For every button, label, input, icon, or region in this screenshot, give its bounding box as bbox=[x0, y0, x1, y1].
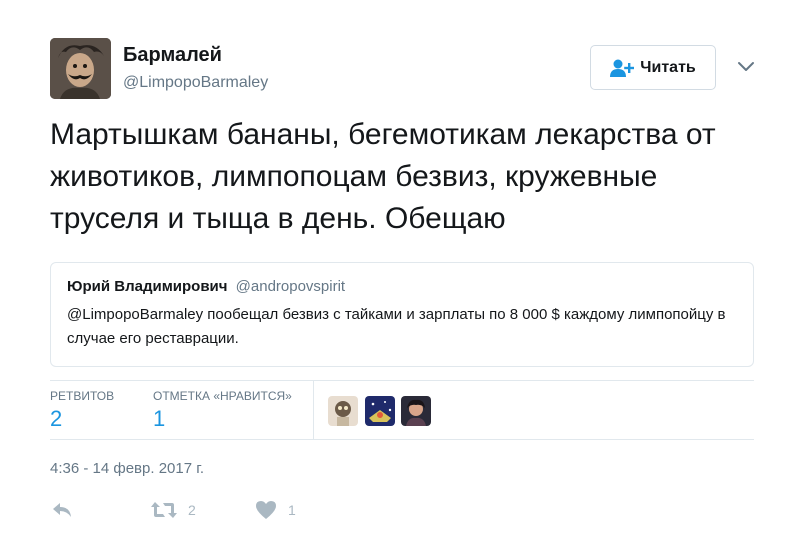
reply-icon bbox=[53, 503, 71, 517]
like-action-count: 1 bbox=[288, 502, 296, 518]
quoted-tweet-author-handle: @andropovspirit bbox=[235, 278, 346, 295]
retweet-icon bbox=[151, 502, 177, 518]
user-avatar-icon bbox=[365, 396, 395, 426]
stats-bottom-divider bbox=[50, 439, 754, 440]
author-name[interactable]: Бармалей bbox=[123, 44, 222, 67]
liker-avatar[interactable] bbox=[365, 396, 395, 426]
likes-label[interactable]: ОТМЕТКА «НРАВИТСЯ» bbox=[153, 389, 292, 403]
quoted-tweet[interactable]: Юрий Владимирович @andropovspirit @Limpo… bbox=[50, 262, 754, 367]
user-avatar-icon bbox=[50, 38, 111, 99]
more-options-caret[interactable] bbox=[736, 58, 756, 74]
retweet-button[interactable]: 2 bbox=[150, 500, 196, 520]
quoted-tweet-author-name: Юрий Владимирович bbox=[67, 278, 228, 295]
heart-icon bbox=[256, 501, 276, 519]
quoted-tweet-header: Юрий Владимирович @andropovspirit bbox=[67, 277, 737, 297]
stats-separator bbox=[313, 381, 314, 439]
chevron-down-icon bbox=[738, 62, 754, 71]
author-avatar[interactable] bbox=[50, 38, 111, 99]
likes-count[interactable]: 1 bbox=[153, 406, 165, 432]
retweets-count[interactable]: 2 bbox=[50, 406, 62, 432]
quoted-tweet-text: @LimpopoBarmaley пообещал безвиз с тайка… bbox=[67, 306, 726, 347]
add-user-icon bbox=[610, 59, 635, 77]
follow-button-label: Читать bbox=[640, 58, 696, 76]
tweet-text: Мартышкам бананы, бегемотикам лекарства … bbox=[50, 118, 716, 235]
user-avatar-icon bbox=[401, 396, 431, 426]
retweet-action-count: 2 bbox=[188, 502, 196, 518]
follow-button[interactable]: Читать bbox=[590, 45, 716, 90]
like-button[interactable]: 1 bbox=[254, 500, 296, 520]
liker-avatar[interactable] bbox=[328, 396, 358, 426]
reply-button[interactable] bbox=[50, 500, 74, 520]
retweets-label[interactable]: РЕТВИТОВ bbox=[50, 389, 114, 403]
author-handle[interactable]: @LimpopoBarmaley bbox=[123, 74, 268, 92]
liker-avatar[interactable] bbox=[401, 396, 431, 426]
stats-top-divider bbox=[50, 380, 754, 381]
user-avatar-icon bbox=[328, 396, 358, 426]
tweet-timestamp[interactable]: 4:36 - 14 февр. 2017 г. bbox=[50, 460, 204, 477]
